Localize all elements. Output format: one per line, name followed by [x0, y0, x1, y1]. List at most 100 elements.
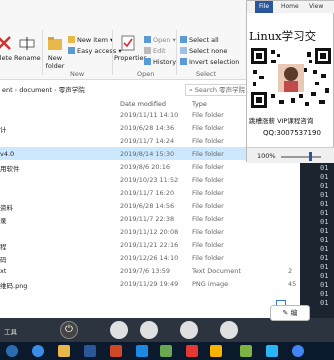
power-icon[interactable]: ⏻ [60, 321, 78, 339]
file-type: File folder [192, 254, 224, 262]
zoom-level: 100% [257, 152, 276, 160]
toolbar-button[interactable] [140, 321, 158, 339]
open-icon [144, 36, 151, 43]
file-date: 2019/10/23 11:52 [120, 176, 179, 184]
app-icon[interactable] [210, 345, 222, 357]
file-row[interactable]: 2019/11/7 16:20 File folder [0, 186, 300, 199]
file-name: 计 [0, 126, 7, 134]
terminal-line: 01 [320, 182, 329, 190]
terminal-line: 01 [320, 164, 329, 172]
select-all-button[interactable]: Select all [180, 36, 219, 44]
terminal-line: 01 [320, 218, 329, 226]
file-date: 2019/11/7 16:20 [120, 189, 175, 197]
terminal-line: 01 [320, 263, 329, 271]
file-type: File folder [192, 189, 224, 197]
app-icon[interactable] [160, 345, 172, 357]
file-row[interactable]: 资料 2019/6/28 14:56 File folder [0, 199, 300, 212]
rename-button[interactable]: Rename [14, 34, 41, 62]
zoom-slider-thumb[interactable] [309, 152, 312, 161]
app-icon[interactable] [266, 345, 278, 357]
edit-icon [144, 47, 151, 54]
delete-button[interactable]: elete [0, 34, 14, 62]
tab-file[interactable]: File [255, 1, 274, 13]
column-header-date[interactable]: Date modified [120, 100, 166, 108]
file-row[interactable]: xt 2019/7/6 13:59 Text Document 2 [0, 264, 300, 277]
pdf-icon[interactable] [186, 345, 198, 357]
image-caption-qq: QQ:3007537190 [263, 129, 321, 137]
easy-access-icon [68, 47, 75, 54]
zoom-slider[interactable] [281, 156, 321, 158]
terminal-line: 01 [320, 245, 329, 253]
word-icon[interactable] [84, 345, 96, 357]
select-none-button[interactable]: Select none [180, 47, 227, 55]
select-all-icon [180, 36, 187, 43]
new-item-button[interactable]: New item ▾ [68, 36, 113, 44]
toolbar-button[interactable] [110, 321, 128, 339]
open-group-label: Open [137, 70, 155, 78]
terminal-line: 01 [320, 290, 329, 298]
app-icon[interactable] [240, 345, 252, 357]
viewer-tab-bar: File Home View [247, 1, 334, 13]
file-type: File folder [192, 111, 224, 119]
file-date: 2019/11/7 22:38 [120, 215, 175, 223]
file-name: 维码.png [0, 282, 28, 290]
open-button[interactable]: Open ▾ [144, 36, 176, 44]
file-type: File folder [192, 150, 224, 158]
file-type: File folder [192, 228, 224, 236]
column-header-type[interactable]: Type [192, 100, 207, 108]
file-row[interactable]: 2019/10/23 11:52 File folder [0, 173, 300, 186]
properties-icon [119, 34, 137, 52]
file-type: File folder [192, 202, 224, 210]
toolbar-button[interactable] [220, 321, 238, 339]
select-group-label: Select [196, 70, 217, 78]
file-type: File folder [192, 176, 224, 184]
divider [42, 30, 43, 75]
file-date: 2019/8/14 15:30 [120, 150, 175, 158]
image-viewer-window: File Home View Linux学习交 跳槽涨薪 VIP课程咨询 QQ:… [246, 0, 334, 163]
select-none-icon [180, 47, 187, 54]
chrome-icon[interactable] [292, 345, 304, 357]
breadcrumb-item[interactable]: document [19, 86, 52, 94]
tab-home[interactable]: Home [281, 3, 299, 10]
file-row[interactable]: 录 2019/11/7 22:38 File folder [0, 212, 300, 225]
powerpoint-icon[interactable] [110, 345, 122, 357]
terminal-output: 0101010101010101010101010101010101 [320, 155, 334, 308]
breadcrumb-item[interactable]: ent [2, 86, 13, 94]
file-date: 2019/11/12 20:08 [120, 228, 179, 236]
app-icon[interactable] [136, 345, 148, 357]
properties-button[interactable]: Properties [114, 34, 147, 62]
file-date: 2019/11/29 19:49 [120, 280, 179, 288]
divider [112, 30, 113, 75]
chevron-right-icon: › [54, 86, 57, 94]
breadcrumb-item[interactable]: 零声学院 [59, 86, 85, 94]
terminal-line: 01 [320, 191, 329, 199]
file-type: Text Document [192, 267, 241, 275]
invert-selection-button[interactable]: Invert selection [180, 58, 239, 66]
file-type: File folder [192, 241, 224, 249]
toolbar-button[interactable] [180, 321, 198, 339]
file-date: 2019/6/28 14:56 [120, 202, 175, 210]
file-date: 2019/8/6 20:16 [120, 163, 170, 171]
new-folder-button[interactable]: New folder [44, 34, 66, 70]
tab-view[interactable]: View [309, 3, 323, 10]
taskbar [0, 342, 334, 360]
file-date: 2019/12/26 14:10 [120, 254, 179, 262]
file-row[interactable]: 程 2019/11/21 22:16 File folder [0, 238, 300, 251]
history-button[interactable]: History [144, 58, 176, 66]
file-row[interactable]: 2019/11/12 20:08 File folder [0, 225, 300, 238]
edit-button[interactable]: Edit [144, 47, 166, 55]
rename-icon [18, 34, 36, 52]
toolbar-label: 工具 [4, 328, 17, 336]
file-name: 用软件 [0, 165, 20, 173]
terminal-line: 01 [320, 254, 329, 262]
file-explorer-icon[interactable] [58, 345, 70, 357]
file-date: 2019/7/6 13:59 [120, 267, 170, 275]
browser-icon[interactable] [32, 345, 44, 357]
start-icon[interactable] [6, 345, 18, 357]
file-row[interactable]: 维码.png 2019/11/29 19:49 PNG image 45 [0, 277, 300, 290]
file-type: File folder [192, 163, 224, 171]
breadcrumb[interactable]: ent › document › 零声学院 [0, 84, 180, 96]
edit-button[interactable]: ✎ 编 [270, 305, 310, 321]
file-row[interactable]: 码 2019/12/26 14:10 File folder [0, 251, 300, 264]
zoom-bar: 100% [247, 147, 334, 163]
